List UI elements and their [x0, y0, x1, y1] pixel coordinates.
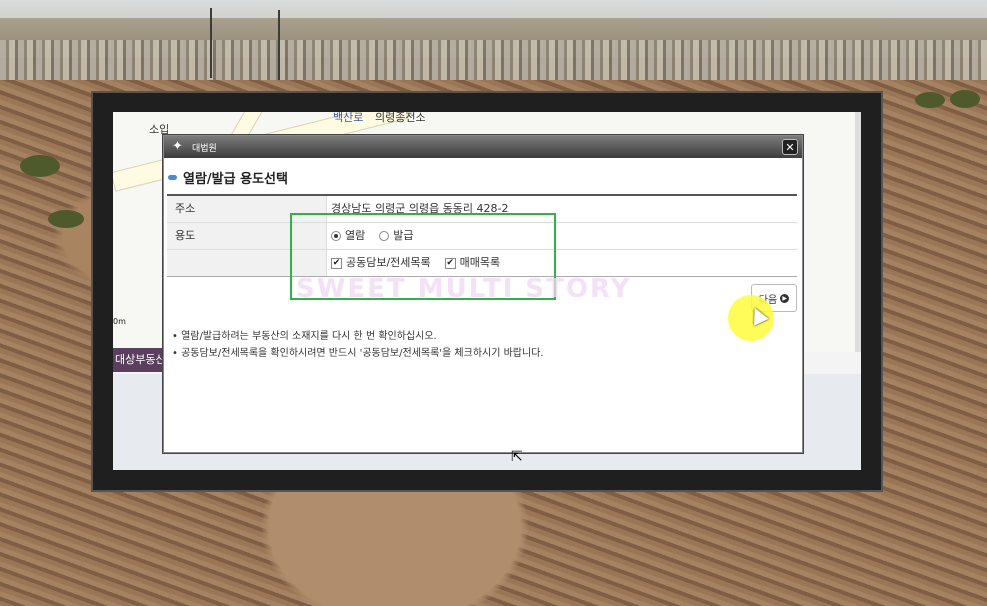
logo-text: 대법원 — [192, 143, 217, 154]
bush — [915, 92, 945, 108]
map-side-strip — [855, 112, 861, 352]
map-label: 의령종전소 — [375, 112, 426, 124]
dialog-title-text: 열람/발급 용도선택 — [183, 172, 288, 187]
map-scale: 0m — [113, 317, 126, 326]
map-label: 백산로 — [333, 112, 364, 124]
power-tower — [210, 8, 212, 78]
notice-item: 열람/발급하려는 부동산의 소재지를 다시 한 번 확인하십시오. — [172, 328, 544, 345]
bush — [20, 155, 60, 177]
close-button[interactable]: ✕ — [782, 139, 798, 155]
notice-list: 열람/발급하려는 부동산의 소재지를 다시 한 번 확인하십시오. 공동담보/전… — [172, 328, 544, 362]
arrow-right-icon: ▶ — [780, 293, 790, 303]
power-tower — [278, 10, 280, 80]
dialog-header: ✦ 대법원 ✕ — [164, 136, 802, 158]
court-logo: ✦ 대법원 — [172, 139, 217, 155]
court-emblem-icon: ✦ — [172, 139, 183, 154]
notice-item: 공동담보/전세목록을 확인하시려면 반드시 '공동담보/전세목록'을 체크하시기… — [172, 345, 544, 362]
town — [0, 40, 987, 85]
move-cursor-icon: ⇱ — [511, 449, 523, 465]
watermark: SWEET MULTI STORY — [296, 274, 632, 304]
title-bullet-icon — [168, 175, 177, 180]
dialog-title: 열람/발급 용도선택 — [168, 168, 288, 187]
bush — [48, 210, 84, 228]
property-tab[interactable]: 대상부동산 — [113, 348, 167, 372]
bush — [950, 90, 980, 108]
